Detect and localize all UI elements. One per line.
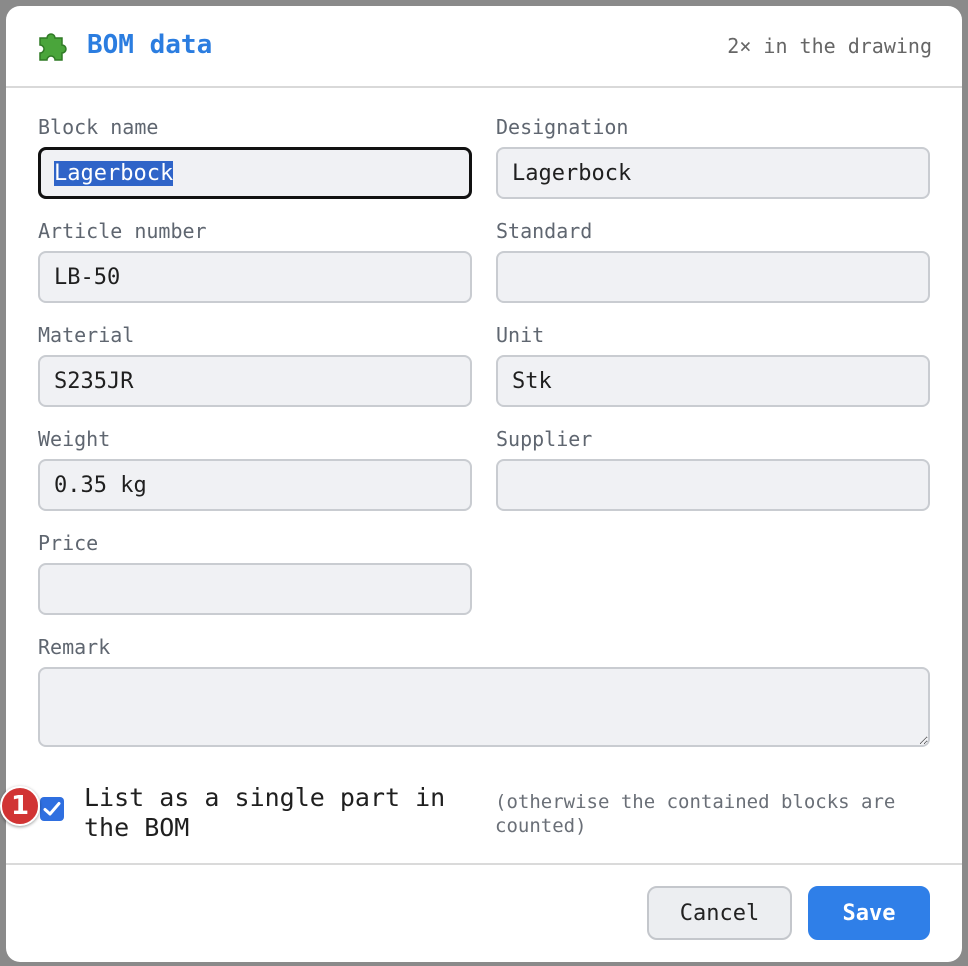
price-label: Price bbox=[38, 531, 99, 555]
remark-label: Remark bbox=[38, 635, 111, 659]
designation-label: Designation bbox=[496, 115, 629, 139]
block-name-label: Block name bbox=[38, 115, 159, 139]
standard-label: Standard bbox=[496, 219, 593, 243]
article-number-label: Article number bbox=[38, 219, 207, 243]
supplier-input[interactable] bbox=[496, 459, 930, 511]
weight-input[interactable]: 0.35 kg bbox=[38, 459, 472, 511]
dialog-title: BOM data bbox=[87, 30, 213, 60]
block-name-value: Lagerbock bbox=[54, 160, 174, 186]
single-part-label[interactable]: List as a single part in the BOM bbox=[84, 783, 484, 843]
footer-divider bbox=[6, 863, 962, 865]
block-name-input[interactable]: Lagerbock bbox=[38, 147, 472, 199]
annotation-badge: 1 bbox=[0, 786, 40, 826]
unit-value: Stk bbox=[512, 368, 552, 394]
single-part-hint: (otherwise the contained blocks are coun… bbox=[495, 791, 896, 837]
bom-data-dialog: BOM data 2× in the drawing Block name La… bbox=[6, 6, 962, 962]
usage-count: 2× in the drawing bbox=[727, 34, 932, 58]
unit-label: Unit bbox=[496, 323, 545, 347]
price-input[interactable] bbox=[38, 563, 472, 615]
supplier-label: Supplier bbox=[496, 427, 593, 451]
article-number-input[interactable]: LB-50 bbox=[38, 251, 472, 303]
article-number-value: LB-50 bbox=[54, 264, 121, 290]
save-button[interactable]: Save bbox=[808, 886, 930, 940]
checkmark-icon bbox=[43, 802, 61, 816]
standard-input[interactable] bbox=[496, 251, 930, 303]
unit-input[interactable]: Stk bbox=[496, 355, 930, 407]
material-value: S235JR bbox=[54, 368, 134, 394]
material-input[interactable]: S235JR bbox=[38, 355, 472, 407]
remark-textarea[interactable] bbox=[38, 667, 930, 747]
single-part-checkbox[interactable] bbox=[40, 797, 64, 821]
cancel-button[interactable]: Cancel bbox=[647, 886, 792, 940]
designation-value: Lagerbock bbox=[512, 160, 632, 186]
weight-value: 0.35 kg bbox=[54, 472, 147, 498]
designation-input[interactable]: Lagerbock bbox=[496, 147, 930, 199]
weight-label: Weight bbox=[38, 427, 111, 451]
dialog-header: BOM data 2× in the drawing bbox=[6, 6, 962, 88]
puzzle-piece-icon bbox=[39, 33, 67, 61]
material-label: Material bbox=[38, 323, 135, 347]
